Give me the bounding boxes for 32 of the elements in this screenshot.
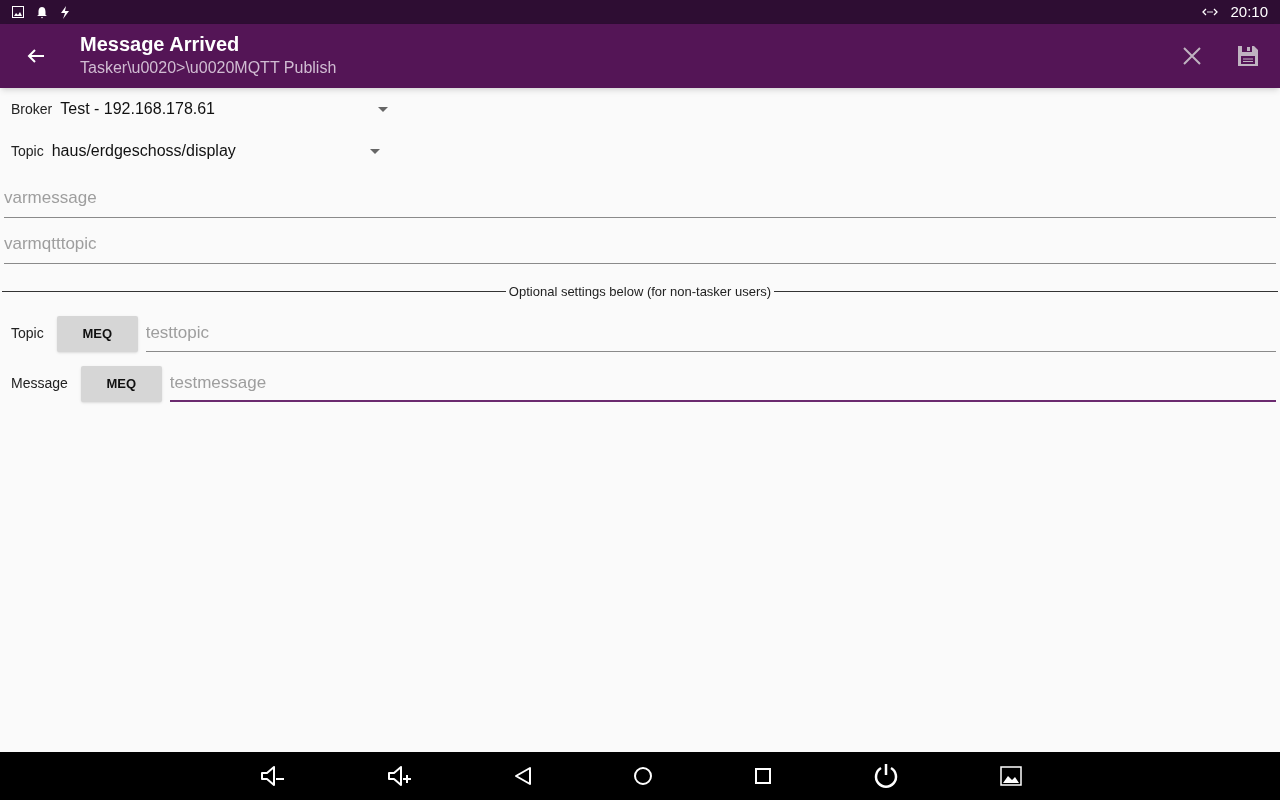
screen-title: Message Arrived — [80, 32, 241, 56]
recents-icon[interactable] — [754, 767, 772, 785]
power-icon[interactable] — [873, 763, 899, 789]
image-icon — [12, 6, 24, 18]
dropdown[interactable]: haus/erdgeschoss/display — [51, 139, 388, 163]
field-label: Topic — [11, 324, 44, 343]
field-label: Broker — [11, 99, 53, 119]
bell-icon — [36, 5, 48, 19]
code-icon — [1202, 8, 1219, 16]
back-icon[interactable] — [514, 766, 532, 786]
volume-down-icon[interactable] — [260, 764, 286, 788]
back-arrow-icon — [27, 48, 45, 64]
field-label: Topic — [11, 141, 44, 161]
section-divider-label: Optional settings below (for non-tasker users) — [507, 283, 773, 301]
text-field[interactable]: varmqtttopic — [4, 224, 1276, 264]
text-field[interactable]: varmessage — [4, 178, 1276, 218]
meq-button[interactable]: MEQ — [56, 315, 138, 352]
dropdown-caret-icon — [378, 106, 389, 112]
meq-button[interactable]: MEQ — [80, 365, 162, 402]
dropdown[interactable]: Test - 192.168.178.61 — [60, 97, 397, 121]
save-icon — [1237, 45, 1259, 67]
home-icon[interactable] — [633, 766, 653, 786]
close-icon — [1183, 47, 1201, 65]
image-icon[interactable] — [1000, 766, 1022, 786]
volume-up-icon[interactable] — [387, 764, 413, 788]
screen-subtitle: Tasker\u0020>\u0020MQTT Publish — [80, 58, 337, 78]
text-field[interactable]: testtopic — [145, 315, 1276, 352]
dropdown-caret-icon — [369, 148, 380, 154]
clock-time: 20:10 — [1230, 1, 1268, 22]
text-field[interactable]: testmessage — [169, 365, 1276, 402]
lightning-icon — [60, 5, 70, 19]
field-label: Message — [11, 374, 68, 393]
